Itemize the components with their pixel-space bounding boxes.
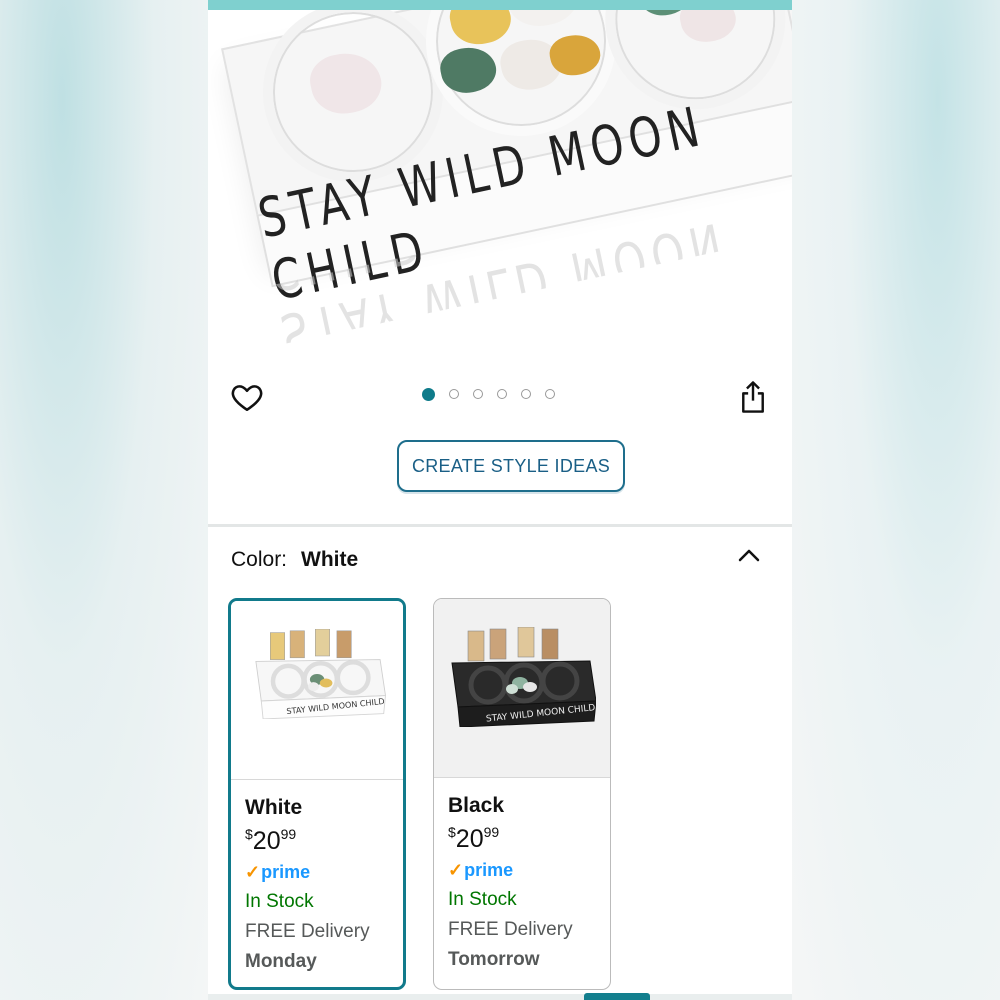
share-icon[interactable] (738, 380, 768, 414)
prime-badge: ✓ prime (245, 862, 311, 882)
carousel-dot[interactable] (497, 389, 507, 399)
image-carousel-dots (422, 388, 555, 405)
color-option-white[interactable]: STAY WILD MOON CHILD White $2099 ✓ prime … (228, 598, 406, 990)
carousel-dot[interactable] (473, 389, 483, 399)
carousel-dot[interactable] (449, 389, 459, 399)
background-left (0, 0, 208, 1000)
prime-check-icon: ✓ (245, 862, 261, 882)
delivery-day: Tomorrow (448, 949, 540, 970)
color-selected-value: White (301, 548, 359, 571)
bottom-accent-tab (584, 993, 650, 1000)
option-price: $2099 (245, 826, 297, 855)
color-label: Color: (231, 548, 288, 571)
prime-check-icon: ✓ (448, 860, 464, 880)
create-style-ideas-button[interactable]: CREATE STYLE IDEAS (397, 440, 625, 492)
product-image[interactable]: STAY WILD MOON CHILD STAY WILD MOON CHIL… (208, 10, 792, 370)
create-style-ideas-label: CREATE STYLE IDEAS (411, 455, 611, 476)
delivery-label: FREE Delivery (245, 921, 370, 942)
heart-icon[interactable] (230, 380, 264, 414)
prime-badge: ✓ prime (448, 860, 514, 880)
product-page: STAY WILD MOON CHILD STAY WILD MOON CHIL… (208, 0, 792, 1000)
chevron-up-icon[interactable] (736, 544, 762, 566)
color-selector-header: Color: White (231, 548, 358, 572)
carousel-dot[interactable] (521, 389, 531, 399)
carousel-dot[interactable] (545, 389, 555, 399)
bottom-panel-edge (208, 994, 792, 1000)
option-name: Black (448, 794, 505, 817)
swatch-thumbnail: STAY WILD MOON CHILD (231, 601, 403, 780)
delivery-label: FREE Delivery (448, 919, 573, 940)
stock-status: In Stock (448, 889, 517, 910)
option-price: $2099 (448, 824, 500, 853)
option-name: White (245, 796, 303, 819)
carousel-dot-active[interactable] (422, 388, 435, 401)
stock-status: In Stock (245, 891, 314, 912)
product-tray-illustration: STAY WILD MOON CHILD STAY WILD MOON CHIL… (208, 10, 792, 344)
delivery-day: Monday (245, 951, 317, 972)
section-divider (208, 524, 792, 527)
swatch-thumbnail: STAY WILD MOON CHILD (434, 599, 610, 778)
color-option-black[interactable]: STAY WILD MOON CHILD Black $2099 ✓ prime … (433, 598, 611, 990)
top-banner (208, 0, 792, 10)
background-right (792, 0, 1000, 1000)
